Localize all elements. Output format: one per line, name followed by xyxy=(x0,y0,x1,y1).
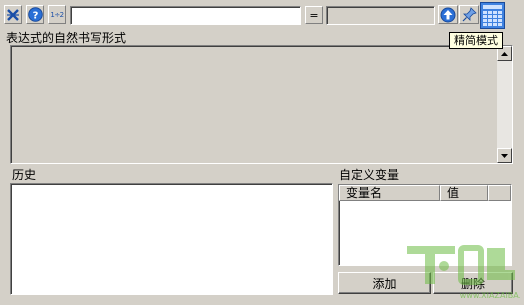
add-variable-label: 添加 xyxy=(372,276,397,291)
upload-button[interactable] xyxy=(438,5,458,24)
variables-table[interactable]: 变量名 值 xyxy=(338,184,512,266)
arrow-down-icon xyxy=(501,153,508,158)
pin-icon xyxy=(462,7,477,22)
help-icon: ? xyxy=(27,7,43,22)
natural-form-label: 表达式的自然书写形式 xyxy=(6,31,127,45)
expression-input[interactable] xyxy=(70,6,301,25)
delete-variable-button[interactable]: 删除 xyxy=(433,272,513,294)
svg-text:?: ? xyxy=(32,10,38,21)
equals-label: = xyxy=(309,8,319,22)
delete-variable-label: 删除 xyxy=(460,276,485,291)
scroll-down-button[interactable] xyxy=(497,148,512,163)
close-x-icon xyxy=(7,8,19,21)
mode-tooltip: 精简模式 xyxy=(449,32,503,49)
upload-icon xyxy=(440,7,456,22)
calculator-grid-icon xyxy=(482,4,503,27)
result-field xyxy=(326,6,435,25)
add-variable-button[interactable]: 添加 xyxy=(338,272,431,294)
column-header-filler xyxy=(488,185,511,201)
natural-form-scrollbar[interactable] xyxy=(497,46,512,163)
equals-button[interactable]: = xyxy=(305,6,323,24)
fraction-icon: 1÷2 xyxy=(50,10,64,19)
history-list[interactable] xyxy=(10,183,333,295)
calculator-button[interactable] xyxy=(480,2,505,29)
variables-label: 自定义变量 xyxy=(339,168,400,182)
natural-form-display xyxy=(10,45,513,164)
column-header-value[interactable]: 值 xyxy=(440,185,488,201)
history-label: 历史 xyxy=(12,168,37,182)
help-button[interactable]: ? xyxy=(26,5,44,24)
arrow-up-icon xyxy=(501,51,508,56)
fraction-button[interactable]: 1÷2 xyxy=(48,5,66,24)
column-header-name[interactable]: 变量名 xyxy=(339,185,440,201)
pin-button[interactable] xyxy=(459,5,479,24)
close-button[interactable] xyxy=(4,5,22,24)
